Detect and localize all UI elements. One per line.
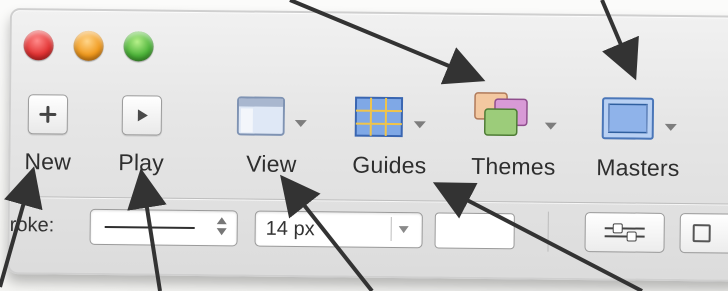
play-icon-wrap bbox=[121, 91, 162, 136]
zoom-button[interactable] bbox=[123, 31, 154, 62]
view-icon-wrap bbox=[236, 92, 307, 137]
stroke-stepper[interactable] bbox=[216, 217, 227, 236]
inspector-button[interactable] bbox=[584, 212, 665, 253]
toolbar-view[interactable]: View bbox=[236, 92, 307, 178]
masters-icon-wrap bbox=[600, 96, 677, 141]
vertical-separator bbox=[547, 211, 549, 252]
stroke-label: roke: bbox=[9, 214, 55, 237]
toolbar-divider bbox=[10, 196, 728, 205]
masters-label: Masters bbox=[596, 154, 680, 182]
slider-icon-bottom bbox=[604, 231, 645, 242]
chevron-down-icon bbox=[216, 228, 227, 236]
play-icon bbox=[121, 95, 162, 136]
view-label: View bbox=[246, 150, 297, 178]
toolbar-themes[interactable]: Themes bbox=[470, 92, 557, 181]
masters-icon bbox=[601, 97, 654, 140]
color-well[interactable] bbox=[434, 212, 515, 250]
font-size-value: 14 px bbox=[265, 217, 315, 241]
close-button[interactable] bbox=[23, 30, 54, 61]
chevron-down-icon bbox=[294, 119, 307, 128]
app-window: New Play View Guides Themes Masters roke… bbox=[7, 8, 728, 282]
slider-icon-top bbox=[604, 223, 645, 234]
font-size-dropdown-button[interactable] bbox=[390, 216, 416, 242]
view-window-icon bbox=[236, 96, 286, 136]
chevron-down-icon bbox=[398, 225, 409, 233]
square-icon bbox=[692, 224, 711, 243]
chevron-down-icon bbox=[413, 121, 426, 129]
minimize-button[interactable] bbox=[73, 30, 104, 61]
font-size-field[interactable]: 14 px bbox=[254, 210, 423, 249]
toolbar: New Play View Guides Themes Masters bbox=[10, 90, 728, 193]
guides-label: Guides bbox=[352, 151, 427, 179]
window-controls bbox=[23, 30, 154, 62]
play-label: Play bbox=[118, 149, 165, 176]
themes-label: Themes bbox=[471, 152, 556, 180]
themes-icon bbox=[474, 92, 528, 137]
chevron-down-icon bbox=[664, 123, 677, 131]
new-label: New bbox=[24, 148, 72, 175]
stroke-line-preview bbox=[104, 226, 195, 229]
toolbar-guides[interactable]: Guides bbox=[352, 94, 427, 180]
toolbar-new[interactable]: New bbox=[24, 90, 72, 175]
chevron-down-icon bbox=[544, 122, 557, 130]
themes-icon-wrap bbox=[471, 92, 557, 140]
new-icon-wrap bbox=[27, 90, 69, 135]
guides-icon-wrap bbox=[354, 94, 426, 139]
toolbar-play[interactable]: Play bbox=[118, 91, 164, 176]
format-bar: roke: 14 px bbox=[9, 204, 728, 262]
toolbar-masters[interactable]: Masters bbox=[596, 96, 680, 182]
plus-icon bbox=[27, 94, 69, 135]
grid-icon bbox=[354, 96, 404, 138]
stroke-style-select[interactable] bbox=[89, 208, 238, 247]
chevron-up-icon bbox=[216, 217, 227, 225]
partial-toolbar-button[interactable] bbox=[679, 213, 728, 254]
